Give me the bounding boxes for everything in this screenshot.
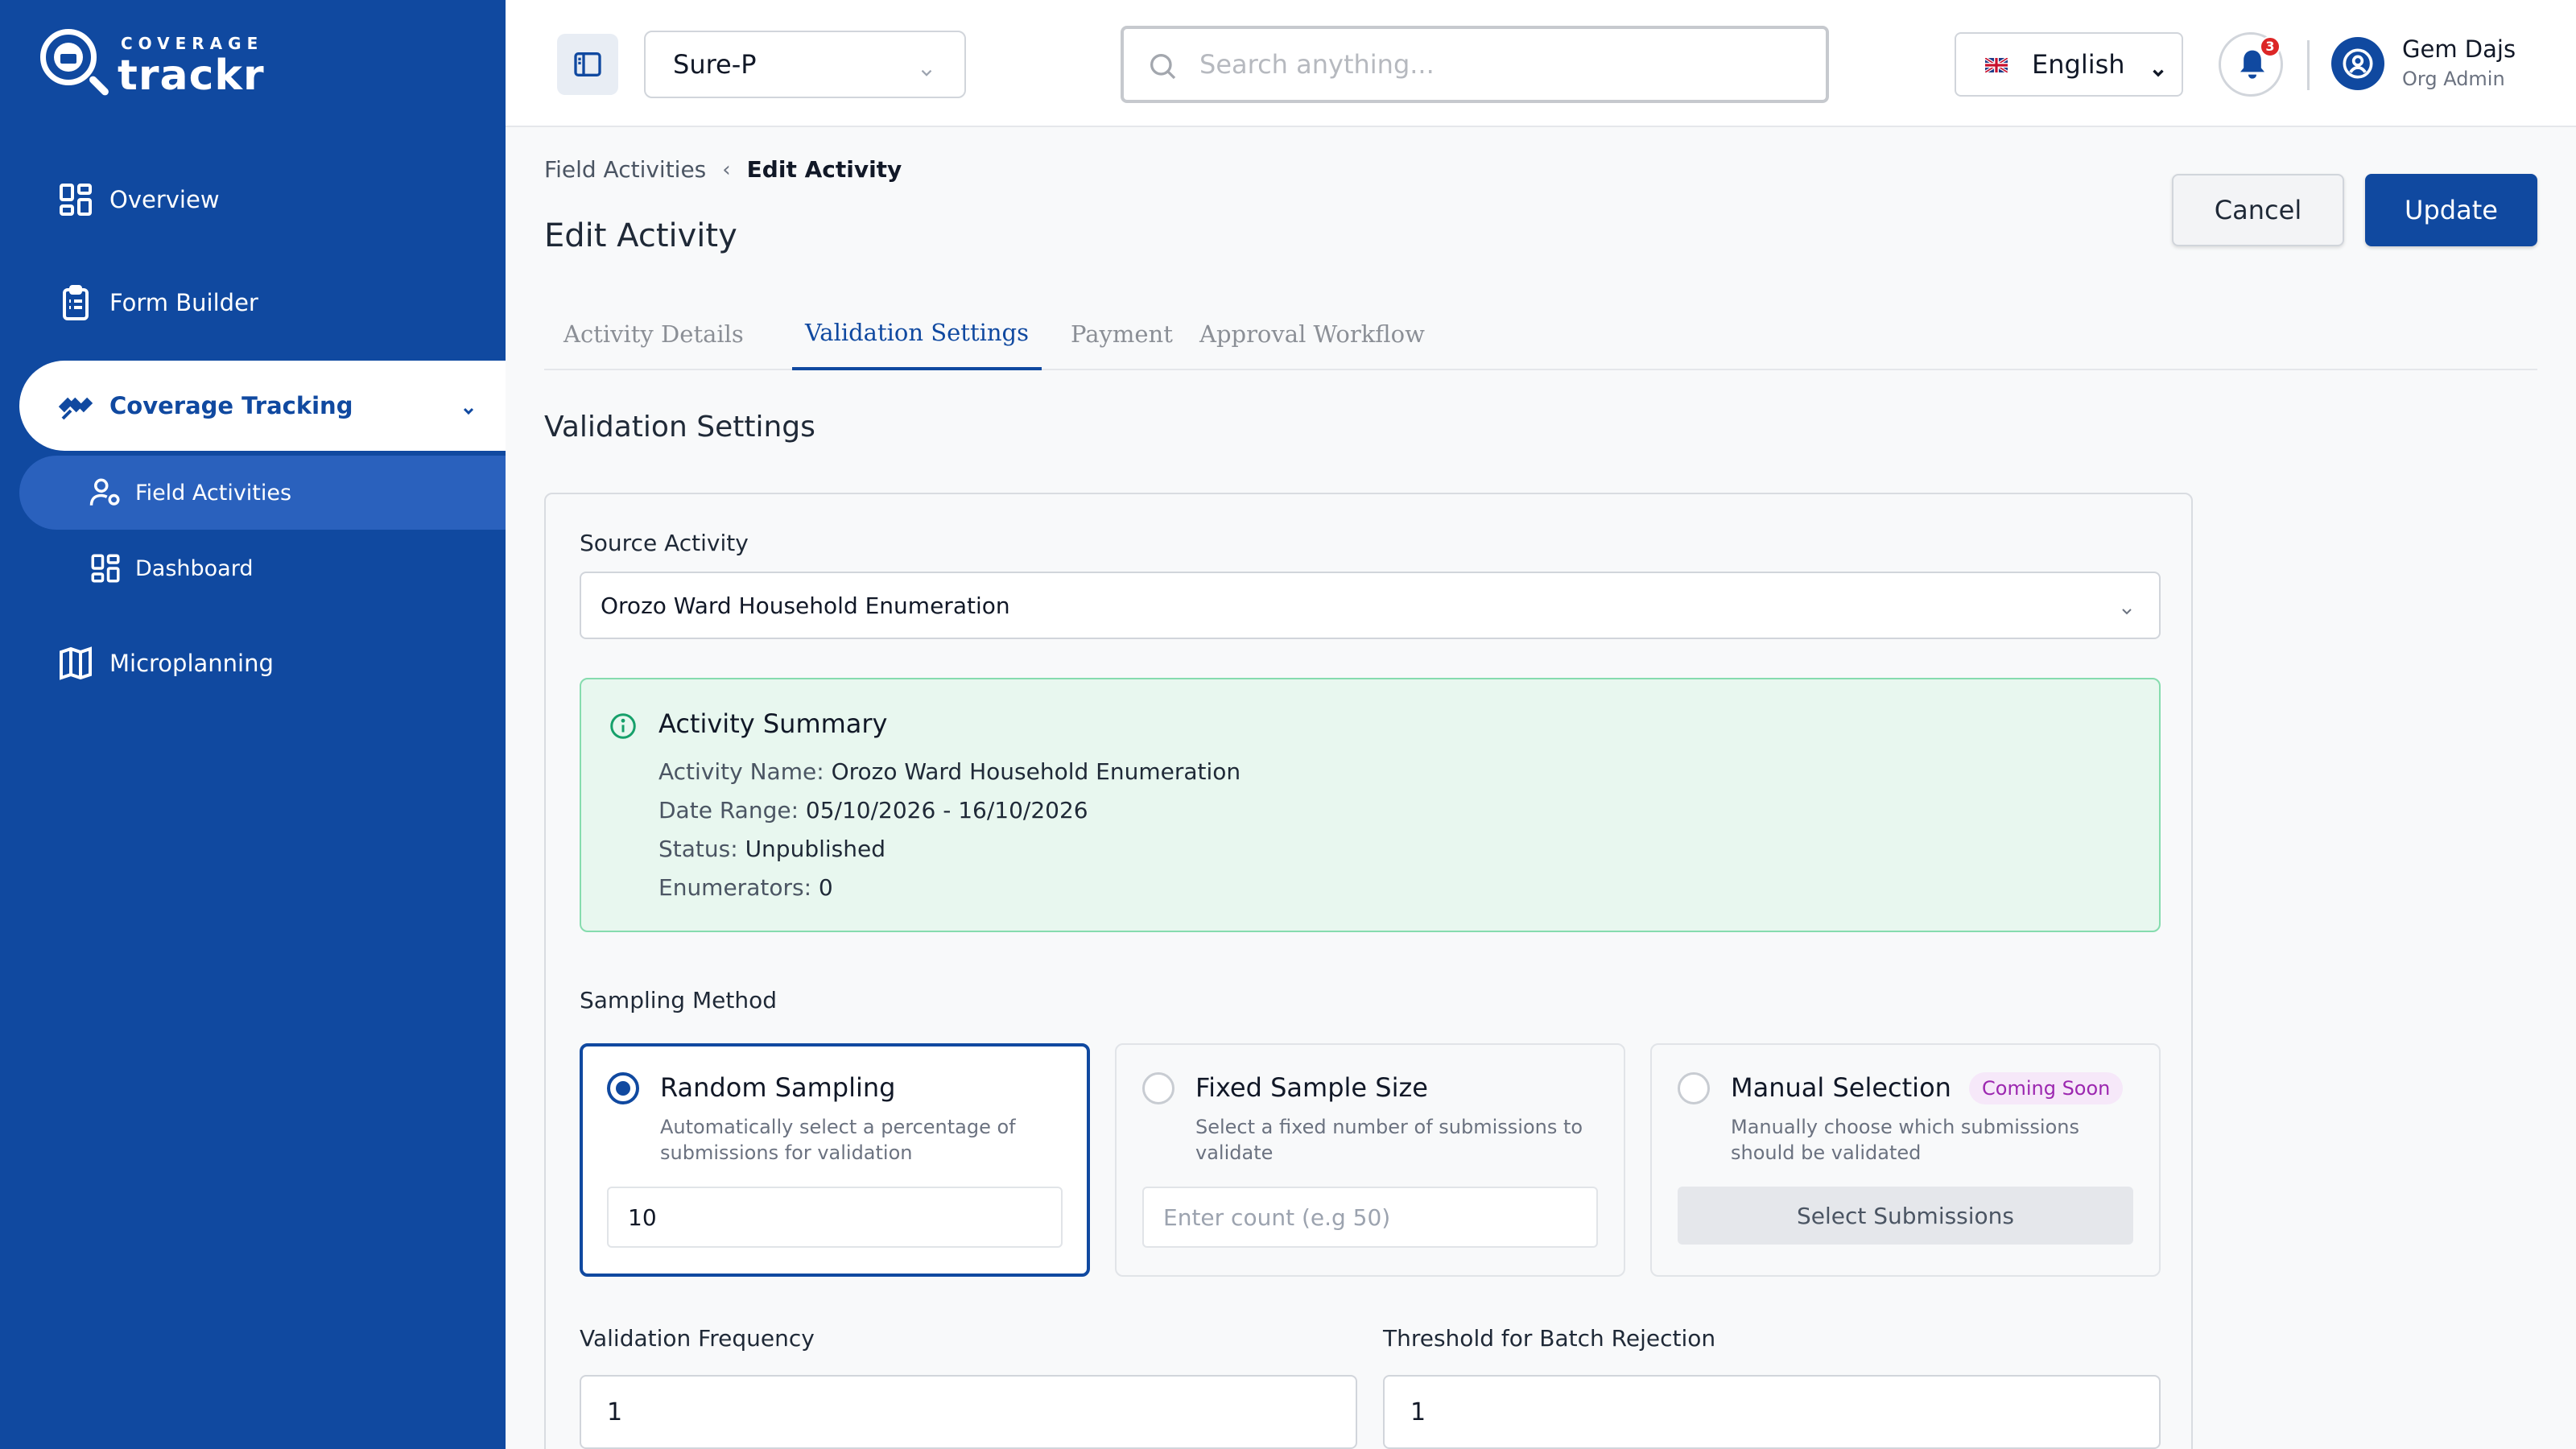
map-icon [56,644,95,683]
summary-enumerators: Enumerators: 0 [658,874,833,901]
summary-status: Status: Unpublished [658,836,886,862]
logo[interactable]: COVERAGE trackr [40,26,282,100]
validation-frequency-label: Validation Frequency [580,1325,815,1352]
uk-flag-icon [1985,58,2008,72]
manual-selection-radio[interactable] [1678,1072,1710,1104]
logo-name: trackr [118,52,265,100]
summary-activity-name: Activity Name: Orozo Ward Household Enum… [658,758,1241,785]
user-settings-icon [89,476,122,510]
tab-approval-workflow[interactable]: Approval Workflow [1187,298,1438,370]
breadcrumb: Field Activities ‹ Edit Activity [544,156,902,183]
chevron-down-icon [2149,58,2167,89]
avatar[interactable] [2331,37,2384,90]
method-title: Fixed Sample Size [1195,1072,1428,1103]
summary-date-range: Date Range: 05/10/2026 - 16/10/2026 [658,797,1088,824]
sidebar-item-label: Form Builder [109,289,258,316]
search-input[interactable] [1199,42,1795,87]
breadcrumb-current: Edit Activity [746,156,902,183]
activity-summary-title: Activity Summary [658,708,888,739]
breadcrumb-parent-link[interactable]: Field Activities [544,156,706,183]
top-header: Sure-P English 3 [506,0,2576,127]
fixed-sample-size-option[interactable]: Fixed Sample Size Select a fixed number … [1115,1043,1625,1277]
info-icon [609,712,638,744]
sidebar-toggle-icon [574,52,601,76]
tab-validation-settings[interactable]: Validation Settings [792,298,1042,370]
sidebar-item-label: Overview [109,186,220,213]
sidebar-item-microplanning[interactable]: Microplanning [0,618,506,708]
logo-magnifier-icon [40,29,97,85]
page-title: Edit Activity [544,217,737,254]
sidebar-sub-item-label: Field Activities [135,480,292,506]
manual-selection-option[interactable]: Manual Selection Coming Soon Manually ch… [1650,1043,2161,1277]
chevron-down-icon[interactable] [460,398,477,415]
validation-frequency-input[interactable] [580,1375,1357,1449]
sidebar-item-label: Coverage Tracking [109,392,353,419]
method-title: Random Sampling [660,1072,896,1103]
threshold-label: Threshold for Batch Rejection [1383,1325,1716,1352]
user-circle-icon [2343,48,2373,79]
sampling-percentage-input[interactable] [607,1187,1063,1248]
method-description: Automatically select a percentage of sub… [660,1116,1016,1164]
main-content: Field Activities ‹ Edit Activity Edit Ac… [506,129,2576,1449]
source-activity-value: Orozo Ward Household Enumeration [601,592,1010,619]
random-sampling-option[interactable]: Random Sampling Automatically select a p… [580,1043,1090,1277]
fixed-sample-size-radio[interactable] [1142,1072,1174,1104]
project-select[interactable]: Sure-P [644,31,966,98]
sidebar-sub-item-label: Dashboard [135,555,254,581]
method-description: Select a fixed number of submissions to … [1195,1116,1583,1164]
language-select[interactable]: English [1955,32,2183,97]
coming-soon-badge: Coming Soon [1969,1072,2124,1104]
sample-count-input[interactable] [1142,1187,1598,1248]
method-title: Manual Selection [1731,1072,1951,1103]
sampling-method-label: Sampling Method [580,987,777,1013]
notifications-button[interactable]: 3 [2219,32,2283,97]
user-name: Gem Dajs [2402,35,2516,63]
chevron-down-icon [918,58,935,89]
grid-icon [89,551,122,585]
logo-subtitle: COVERAGE [121,34,264,53]
cancel-button[interactable]: Cancel [2172,174,2344,246]
sidebar-item-form-builder[interactable]: Form Builder [0,258,506,348]
update-button[interactable]: Update [2365,174,2537,246]
satellite-icon [56,386,95,425]
chevron-down-icon [2119,599,2135,625]
chevron-left-icon: ‹ [722,157,731,182]
sidebar-item-label: Microplanning [109,650,274,677]
tab-activity-details[interactable]: Activity Details [551,298,757,370]
source-activity-select[interactable]: Orozo Ward Household Enumeration [580,572,2161,639]
sidebar-item-dashboard[interactable]: Dashboard [19,531,506,605]
sidebar-item-overview[interactable]: Overview [0,155,506,245]
sidebar-toggle-button[interactable] [557,34,618,95]
language-value: English [2032,49,2125,80]
notification-badge: 3 [2260,36,2281,57]
search-icon [1150,54,1176,80]
user-role: Org Admin [2402,68,2505,90]
search-box[interactable] [1121,26,1829,103]
method-description: Manually choose which submissions should… [1731,1116,2079,1164]
tab-payment[interactable]: Payment [1058,298,1186,370]
header-divider [2307,40,2310,90]
project-select-value: Sure-P [673,49,757,80]
select-submissions-button[interactable]: Select Submissions [1678,1187,2133,1245]
validation-settings-card: Source Activity Orozo Ward Household Enu… [544,493,2193,1449]
tab-bar: Activity Details Validation Settings Pay… [544,298,2537,370]
clipboard-icon [56,283,95,322]
sidebar: COVERAGE trackr Overview Form Builder Co… [0,0,506,1449]
threshold-input[interactable] [1383,1375,2161,1449]
grid-icon [56,180,95,219]
section-title: Validation Settings [544,411,815,444]
source-activity-label: Source Activity [580,530,749,556]
sidebar-item-field-activities[interactable]: Field Activities [19,456,506,530]
sidebar-item-coverage-tracking[interactable]: Coverage Tracking [19,361,506,451]
random-sampling-radio[interactable] [607,1072,639,1104]
activity-summary-box: Activity Summary Activity Name: Orozo Wa… [580,678,2161,932]
